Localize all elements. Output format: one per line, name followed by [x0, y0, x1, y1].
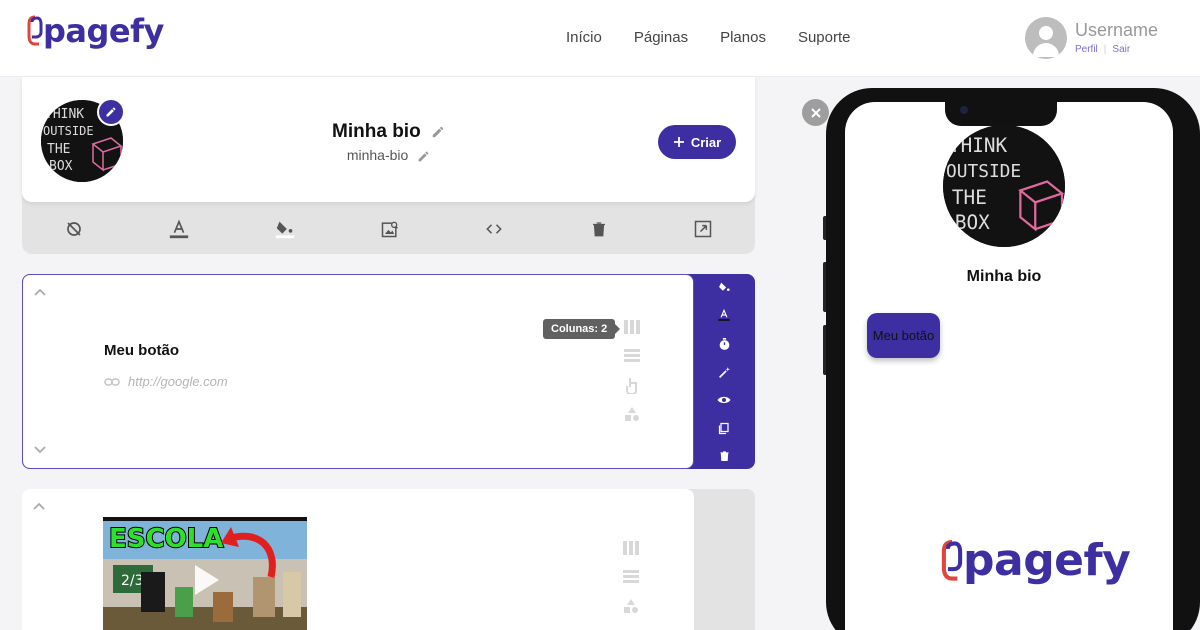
- side-trash-icon[interactable]: [716, 448, 732, 464]
- preview-avatar: THINK OUTSIDE THE BOX: [943, 125, 1065, 247]
- shapes-icon[interactable]: [622, 597, 640, 615]
- chevron-down-icon[interactable]: [33, 445, 47, 455]
- create-button[interactable]: Criar: [658, 125, 736, 159]
- thumbnail-title: ESCOLA: [109, 524, 223, 554]
- image-search-icon[interactable]: [379, 218, 401, 240]
- open-external-icon[interactable]: [692, 218, 714, 240]
- chalkboard-image: THINK OUTSIDE THE BOX: [943, 125, 1065, 247]
- side-fill-color-icon[interactable]: [716, 279, 732, 295]
- side-eye-icon[interactable]: [716, 392, 732, 408]
- preview-footer-logo: pagefy: [941, 535, 1131, 586]
- preview-art-line-1: THINK: [949, 134, 1008, 157]
- chevron-up-icon[interactable]: [32, 501, 46, 511]
- touch-icon[interactable]: [623, 376, 641, 394]
- profile-link[interactable]: Perfil: [1075, 44, 1098, 55]
- create-button-label: Criar: [690, 134, 722, 150]
- side-text-color-icon[interactable]: [716, 307, 732, 323]
- logout-link[interactable]: Sair: [1112, 44, 1130, 55]
- user-menu: Username Perfil | Sair: [1025, 17, 1158, 59]
- shapes-icon[interactable]: [623, 405, 641, 423]
- preview-art-line-3: THE: [952, 186, 987, 209]
- bio-slug-row: minha-bio: [22, 147, 755, 163]
- phone-preview-screen: THINK OUTSIDE THE BOX Minha bio Meu botã…: [845, 102, 1173, 630]
- username: Username: [1075, 20, 1159, 41]
- pencil-icon: [106, 107, 116, 117]
- video-thumbnail[interactable]: 2/3 ESCOLA: [103, 517, 307, 630]
- columns-tooltip: Colunas: 2: [543, 319, 621, 339]
- rows-icon[interactable]: [623, 347, 641, 365]
- plus-icon: [673, 137, 684, 147]
- code-icon[interactable]: [483, 218, 505, 240]
- nav-item-paginas[interactable]: Páginas: [634, 29, 688, 46]
- button-block-content[interactable]: Meu botão http://google.com Colunas: 2: [22, 274, 694, 469]
- profile-card: THINK OUTSIDE THE BOX Minha bio minha-bi…: [22, 77, 755, 202]
- fill-color-icon[interactable]: [274, 218, 296, 240]
- edit-title-pencil-icon[interactable]: [431, 125, 445, 139]
- side-timer-icon[interactable]: [716, 336, 732, 352]
- bio-title: Minha bio: [332, 121, 421, 142]
- columns-icon[interactable]: [623, 318, 641, 336]
- thumbnail-fraction: 2/3: [121, 573, 144, 589]
- bio-slug: minha-bio: [346, 147, 409, 163]
- preview-link-button[interactable]: Meu botão: [867, 313, 940, 358]
- close-icon: [810, 107, 821, 118]
- logo-link-icon: [941, 540, 963, 581]
- profile-section: THINK OUTSIDE THE BOX Minha bio minha-bi…: [22, 77, 755, 254]
- button-block: Meu botão http://google.com Colunas: 2: [22, 274, 755, 469]
- nav-item-inicio[interactable]: Início: [566, 29, 602, 46]
- main-nav: Início Páginas Planos Suporte: [566, 29, 851, 46]
- close-preview-button[interactable]: [802, 99, 829, 126]
- rows-icon[interactable]: [622, 568, 640, 586]
- preview-art-line-4: BOX: [955, 211, 990, 234]
- pagefy-logo[interactable]: pagefy: [27, 14, 164, 48]
- text-color-icon[interactable]: [168, 218, 190, 240]
- user-avatar-icon[interactable]: [1025, 17, 1067, 59]
- video-block: 2/3 ESCOLA: [22, 489, 755, 630]
- hide-icon[interactable]: [63, 218, 85, 240]
- video-block-content[interactable]: 2/3 ESCOLA: [22, 489, 694, 630]
- profile-toolbar: [22, 205, 755, 251]
- bio-title-row: Minha bio: [22, 121, 755, 143]
- preview-art-line-2: OUTSIDE: [946, 161, 1021, 182]
- top-navbar: pagefy Início Páginas Planos Suporte Use…: [0, 0, 1200, 77]
- nav-item-suporte[interactable]: Suporte: [798, 29, 851, 46]
- columns-icon[interactable]: [622, 539, 640, 557]
- preview-logo-text: pagefy: [963, 535, 1131, 586]
- button-link-placeholder: http://google.com: [128, 374, 228, 389]
- logo-link-icon: [27, 15, 43, 46]
- link-icon: [104, 377, 120, 386]
- button-title[interactable]: Meu botão: [104, 342, 179, 359]
- button-link-field[interactable]: http://google.com: [104, 374, 228, 389]
- nav-item-planos[interactable]: Planos: [720, 29, 766, 46]
- logo-text: pagefy: [43, 12, 164, 50]
- edit-slug-pencil-icon[interactable]: [417, 150, 430, 163]
- side-magic-wand-icon[interactable]: [716, 364, 732, 380]
- trash-icon[interactable]: [588, 218, 610, 240]
- side-duplicate-icon[interactable]: [716, 420, 732, 436]
- preview-bio-title: Minha bio: [966, 268, 1042, 285]
- phone-camera: [960, 106, 968, 114]
- avatar-art-line-1: THINK: [45, 107, 84, 122]
- chevron-up-icon[interactable]: [33, 287, 47, 297]
